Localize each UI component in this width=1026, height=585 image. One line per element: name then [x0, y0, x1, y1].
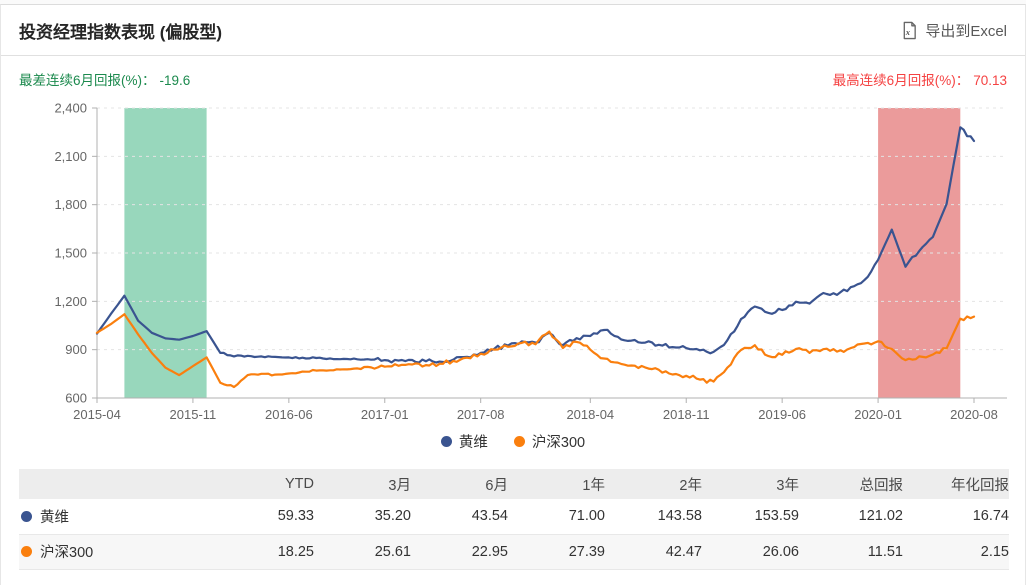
table-header-3y: 3年 — [776, 477, 799, 494]
svg-text:2019-06: 2019-06 — [758, 407, 806, 422]
worst-6m-return-label: 最差连续6月回报(%)： — [19, 73, 156, 88]
hs300-2y: 42.47 — [665, 543, 702, 560]
svg-text:2017-08: 2017-08 — [457, 407, 505, 422]
huangwei-annualized-return: 16.74 — [972, 508, 1009, 525]
svg-text:x: x — [905, 27, 911, 37]
svg-text:600: 600 — [65, 391, 87, 406]
annotations-row: 最差连续6月回报(%)： -19.6 最高连续6月回报(%)： 70.13 — [1, 56, 1025, 90]
series-name-huangwei: 黄维 — [40, 509, 69, 526]
svg-text:1,800: 1,800 — [54, 197, 87, 212]
hs300-total-return: 11.51 — [867, 543, 903, 560]
page-title: 投资经理指数表现 (偏股型) — [19, 22, 223, 42]
performance-line-chart: 600 900 1,200 1,500 1,800 2,100 2,400 2015-04 20… — [54, 101, 1007, 422]
svg-text:2016-06: 2016-06 — [265, 407, 313, 422]
returns-table: YTD 3月 6月 1年 2年 3年 总回报 年化回报 黄维 59.33 35.… — [19, 469, 1009, 570]
svg-text:2017-01: 2017-01 — [361, 407, 409, 422]
table-row-hs300: 沪深300 18.25 25.61 22.95 27.39 42.47 26.0… — [19, 534, 1009, 569]
best-6m-return-value: 70.13 — [973, 73, 1007, 88]
export-to-excel-label: 导出到Excel — [925, 22, 1007, 40]
best-6m-return-label: 最高连续6月回报(%)： — [832, 73, 970, 88]
huangwei-3m: 35.20 — [374, 508, 411, 525]
legend-dot-hs300 — [513, 436, 525, 447]
table-header-total-return: 总回报 — [859, 477, 904, 494]
table-header-1y: 1年 — [582, 477, 605, 494]
chart-legend: 黄维 沪深300 — [1, 431, 1025, 452]
huangwei-3y: 153.59 — [754, 508, 799, 525]
legend-dot-huangwei — [440, 436, 452, 447]
svg-text:1,500: 1,500 — [54, 246, 87, 261]
hs300-1y: 27.39 — [568, 543, 605, 560]
performance-card: 投资经理指数表现 (偏股型) x 导出到Excel 最差连续6月回报(%)： -1… — [0, 4, 1026, 585]
hs300-ytd: 18.25 — [277, 543, 314, 560]
table-header-6m: 6月 — [485, 477, 508, 494]
series-name-hs300: 沪深300 — [40, 545, 94, 561]
table-header-ytd: YTD — [285, 476, 314, 492]
hs300-3y: 26.06 — [762, 543, 799, 560]
svg-text:1,200: 1,200 — [54, 294, 87, 309]
hs300-3m: 25.61 — [374, 543, 411, 560]
svg-text:2015-04: 2015-04 — [73, 407, 121, 422]
table-header-2y: 2年 — [679, 477, 702, 494]
series-dot-huangwei — [21, 510, 32, 522]
huangwei-total-return: 121.02 — [858, 508, 903, 525]
huangwei-1y: 71.00 — [568, 508, 605, 525]
hs300-6m: 22.95 — [471, 543, 508, 560]
series-line-huangwei — [95, 126, 976, 364]
best-6m-return-annotation: 最高连续6月回报(%)： 70.13 — [833, 72, 1007, 90]
huangwei-6m: 43.54 — [471, 508, 508, 525]
svg-text:2,400: 2,400 — [54, 101, 87, 116]
table-row-huangwei: 黄维 59.33 35.20 43.54 71.00 143.58 153.59… — [19, 499, 1009, 534]
worst-6m-band — [124, 108, 207, 398]
svg-text:2020-01: 2020-01 — [854, 407, 902, 422]
export-to-excel-button[interactable]: x 导出到Excel — [899, 16, 1009, 45]
svg-text:2015-11: 2015-11 — [170, 407, 217, 422]
svg-text:900: 900 — [65, 342, 87, 357]
huangwei-2y: 143.58 — [657, 508, 702, 525]
legend-label-hs300: 沪深300 — [531, 435, 586, 451]
series-dot-hs300 — [21, 546, 32, 557]
worst-6m-return-annotation: 最差连续6月回报(%)： -19.6 — [19, 72, 190, 90]
svg-text:2,100: 2,100 — [54, 149, 87, 164]
legend-label-huangwei: 黄维 — [458, 435, 488, 451]
table-header-3m: 3月 — [388, 477, 411, 494]
svg-text:2020-08: 2020-08 — [950, 407, 998, 422]
worst-6m-return-value: -19.6 — [159, 73, 191, 88]
excel-file-icon: x — [901, 21, 918, 40]
table-header-name — [19, 469, 217, 499]
series-line-hs300 — [95, 313, 976, 389]
table-header-annualized-return: 年化回报 — [951, 477, 1009, 494]
svg-text:2018-04: 2018-04 — [566, 407, 614, 422]
table-header-row: YTD 3月 6月 1年 2年 3年 总回报 年化回报 — [19, 469, 1009, 499]
legend-item-huangwei[interactable]: 黄维 — [440, 431, 488, 452]
svg-text:2018-11: 2018-11 — [663, 407, 710, 422]
hs300-annualized-return: 2.15 — [980, 543, 1009, 560]
legend-item-hs300[interactable]: 沪深300 — [513, 431, 586, 452]
card-header: 投资经理指数表现 (偏股型) x 导出到Excel — [1, 5, 1025, 56]
huangwei-ytd: 59.33 — [277, 508, 314, 525]
